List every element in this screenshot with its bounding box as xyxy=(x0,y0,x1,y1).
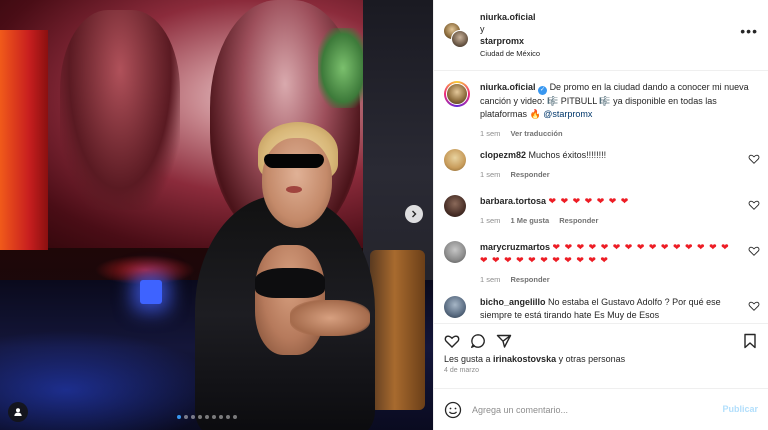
likes-summary[interactable]: Les gusta a irinakostovska y otras perso… xyxy=(434,353,768,365)
carousel-dot xyxy=(184,415,188,419)
avatar[interactable] xyxy=(444,149,466,171)
post-media[interactable] xyxy=(0,0,433,430)
comment-icon[interactable] xyxy=(470,333,486,349)
action-bar xyxy=(434,323,768,353)
location-link[interactable]: Ciudad de México xyxy=(480,48,540,60)
caption-time[interactable]: 1 sem xyxy=(480,127,500,140)
author-username[interactable]: niurka.oficial xyxy=(480,11,540,23)
emoji-icon[interactable] xyxy=(444,401,462,419)
heart-icon[interactable] xyxy=(748,300,760,312)
post-date[interactable]: 4 de marzo xyxy=(434,367,768,374)
reply-button[interactable]: Responder xyxy=(510,168,549,181)
carousel-dot xyxy=(177,415,181,419)
publish-button[interactable]: Publicar xyxy=(722,404,758,414)
collab-avatars[interactable] xyxy=(443,22,469,48)
comment-text: ❤ ❤ ❤ ❤ ❤ ❤ ❤ xyxy=(548,196,630,206)
likes-prefix: Les gusta a xyxy=(444,354,494,364)
post-sidebar: niurka.oficial y starpromx Ciudad de Méx… xyxy=(433,0,768,430)
carousel-dot xyxy=(205,415,209,419)
avatar[interactable] xyxy=(444,296,466,318)
post-header: niurka.oficial y starpromx Ciudad de Méx… xyxy=(434,0,768,71)
chevron-right-icon xyxy=(412,210,417,218)
share-icon[interactable] xyxy=(496,333,512,349)
collab-connector: y xyxy=(480,24,485,34)
comment-username[interactable]: bicho_angelillo xyxy=(480,297,546,307)
next-media-button[interactable] xyxy=(405,205,423,223)
caption-username[interactable]: niurka.oficial xyxy=(480,82,536,92)
user-tag-icon xyxy=(14,408,22,416)
comment-item: clopezm82 Muchos éxitos!!!!!!!! 1 sem Re… xyxy=(444,149,760,181)
instagram-post: niurka.oficial y starpromx Ciudad de Méx… xyxy=(0,0,768,430)
comment-input[interactable] xyxy=(472,400,712,420)
comment-composer: Publicar xyxy=(434,388,768,430)
comment-username[interactable]: barbara.tortosa xyxy=(480,196,546,206)
likes-user[interactable]: irinakostovska xyxy=(493,354,556,364)
avatar[interactable] xyxy=(444,195,466,217)
comment-username[interactable]: marycruzmartos xyxy=(480,242,550,252)
carousel-dot xyxy=(198,415,202,419)
comments-section[interactable]: niurka.oficial ✓ De promo en la ciudad d… xyxy=(434,71,768,323)
comment-item: barbara.tortosa ❤ ❤ ❤ ❤ ❤ ❤ ❤ 1 sem 1 Me… xyxy=(444,195,760,227)
collab-username[interactable]: starpromx xyxy=(480,35,540,47)
likes-suffix: y otras personas xyxy=(556,354,626,364)
heart-icon[interactable] xyxy=(748,245,760,257)
comment-item: marycruzmartos ❤ ❤ ❤ ❤ ❤ ❤ ❤ ❤ ❤ ❤ ❤ ❤ ❤… xyxy=(444,241,760,286)
verified-badge-icon: ✓ xyxy=(538,86,548,95)
comment-item: bicho_angelillo No estaba el Gustavo Ado… xyxy=(444,296,760,322)
carousel-dot xyxy=(219,415,223,419)
bookmark-icon[interactable] xyxy=(742,333,758,349)
reply-button[interactable]: Responder xyxy=(510,273,549,286)
comment-text: Muchos éxitos!!!!!!!! xyxy=(528,150,607,160)
see-translation-link[interactable]: Ver traducción xyxy=(510,127,562,140)
avatar[interactable] xyxy=(444,81,470,107)
carousel-dot xyxy=(226,415,230,419)
carousel-dot xyxy=(212,415,216,419)
tagged-users-button[interactable] xyxy=(8,402,28,422)
comment-time[interactable]: 1 sem xyxy=(480,214,500,227)
heart-icon[interactable] xyxy=(444,333,460,349)
caption: niurka.oficial ✓ De promo en la ciudad d… xyxy=(444,81,754,140)
carousel-indicator xyxy=(177,415,237,419)
avatar[interactable] xyxy=(444,241,466,263)
more-options-icon[interactable]: ••• xyxy=(740,24,758,38)
carousel-dot xyxy=(191,415,195,419)
heart-icon[interactable] xyxy=(748,153,760,165)
comment-likes[interactable]: 1 Me gusta xyxy=(510,214,549,227)
comment-time[interactable]: 1 sem xyxy=(480,273,500,286)
avatar xyxy=(451,30,469,48)
comment-username[interactable]: clopezm82 xyxy=(480,150,526,160)
carousel-dot xyxy=(233,415,237,419)
reply-button[interactable]: Responder xyxy=(559,214,598,227)
post-photo xyxy=(0,0,433,430)
comment-time[interactable]: 1 sem xyxy=(480,168,500,181)
caption-mention[interactable]: @starpromx xyxy=(543,109,592,119)
heart-icon[interactable] xyxy=(748,199,760,211)
